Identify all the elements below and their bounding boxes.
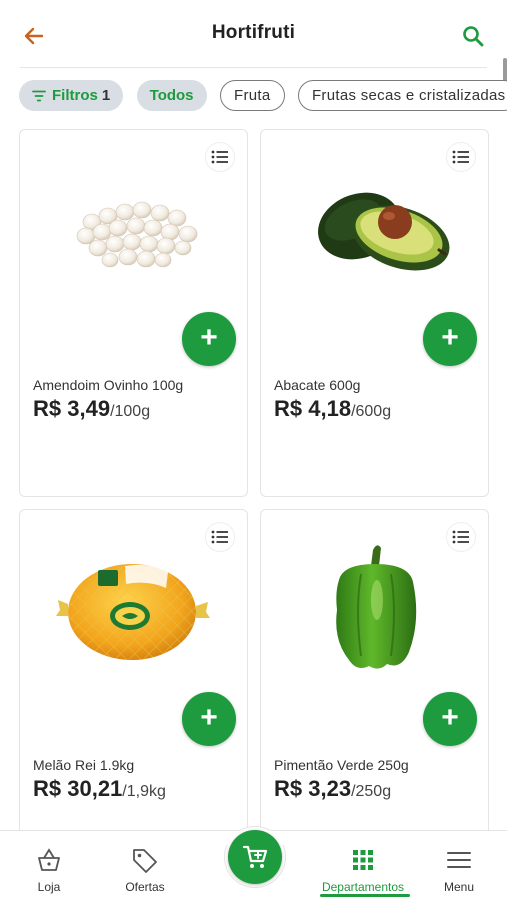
add-to-cart-button[interactable]: + [423, 692, 477, 746]
product-name: Amendoim Ovinho 100g [33, 377, 184, 393]
filters-chip-count: 1 [101, 87, 111, 104]
nav-item-menu[interactable]: Menu [428, 831, 490, 900]
product-card[interactable]: + Amendoim Ovinho 100g R$ 3,49/100g [19, 129, 248, 497]
nav-label-menu: Menu [443, 880, 475, 894]
product-name: Melão Rei 1.9kg [33, 757, 135, 773]
product-unit: /100g [110, 403, 151, 420]
nav-item-departamentos[interactable]: Departamentos [316, 831, 410, 900]
search-button[interactable] [459, 22, 487, 50]
product-unit: /600g [351, 403, 392, 420]
product-unit: /1,9kg [122, 783, 166, 800]
basket-icon [35, 847, 63, 873]
filters-chip[interactable]: Filtros 1 [19, 80, 124, 111]
add-to-cart-button[interactable]: + [423, 312, 477, 366]
filter-chip-bar: Filtros 1 Todos Fruta Frutas secas e cri… [19, 80, 507, 112]
product-image-melon [56, 564, 210, 660]
cart-icon [242, 845, 268, 868]
plus-icon: + [200, 320, 218, 354]
product-price-row: R$ 3,49/100g [33, 396, 150, 422]
product-price: R$ 4,18 [274, 396, 352, 421]
search-icon [463, 26, 484, 47]
active-tab-indicator [320, 894, 410, 897]
hamburger-menu-icon [446, 847, 472, 873]
product-image-green-pepper [336, 545, 417, 669]
nav-item-ofertas[interactable]: Ofertas [112, 831, 178, 900]
plus-icon: + [441, 320, 459, 354]
product-image-avocado [318, 192, 450, 271]
product-unit: /250g [351, 783, 392, 800]
product-image-peanuts [76, 201, 198, 268]
nav-item-loja[interactable]: Loja [17, 831, 81, 900]
chip-todos[interactable]: Todos [136, 80, 207, 111]
product-price: R$ 3,23 [274, 776, 352, 801]
product-price-row: R$ 30,21/1,9kg [33, 776, 166, 802]
product-name: Pimentão Verde 250g [274, 757, 409, 773]
nav-label-departamentos: Departamentos [321, 880, 405, 894]
nav-label-ofertas: Ofertas [125, 880, 165, 894]
product-card[interactable]: + Melão Rei 1.9kg R$ 30,21/1,9kg [19, 509, 248, 877]
product-price-row: R$ 3,23/250g [274, 776, 391, 802]
chip-frutas-secas[interactable]: Frutas secas e cristalizadas [297, 80, 507, 111]
add-to-cart-button[interactable]: + [182, 312, 236, 366]
tag-icon [131, 847, 159, 873]
product-name: Abacate 600g [274, 377, 361, 393]
header-divider [20, 67, 487, 68]
page-title: Hortifruti [211, 22, 296, 43]
product-card[interactable]: + Pimentão Verde 250g R$ 3,23/250g [260, 509, 489, 877]
product-price: R$ 3,49 [33, 396, 111, 421]
product-price: R$ 30,21 [33, 776, 123, 801]
product-card[interactable]: + Abacate 600g R$ 4,18/600g [260, 129, 489, 497]
plus-icon: + [200, 700, 218, 734]
nav-label-loja: Loja [37, 880, 61, 894]
product-price-row: R$ 4,18/600g [274, 396, 391, 422]
chip-fruta[interactable]: Fruta [219, 80, 285, 111]
grid-icon [352, 847, 374, 873]
cart-button[interactable] [228, 830, 282, 884]
app-header: Hortifruti [0, 0, 507, 68]
filters-chip-label: Filtros [52, 87, 98, 104]
add-to-cart-button[interactable]: + [182, 692, 236, 746]
filter-icon [32, 90, 46, 102]
plus-icon: + [441, 700, 459, 734]
